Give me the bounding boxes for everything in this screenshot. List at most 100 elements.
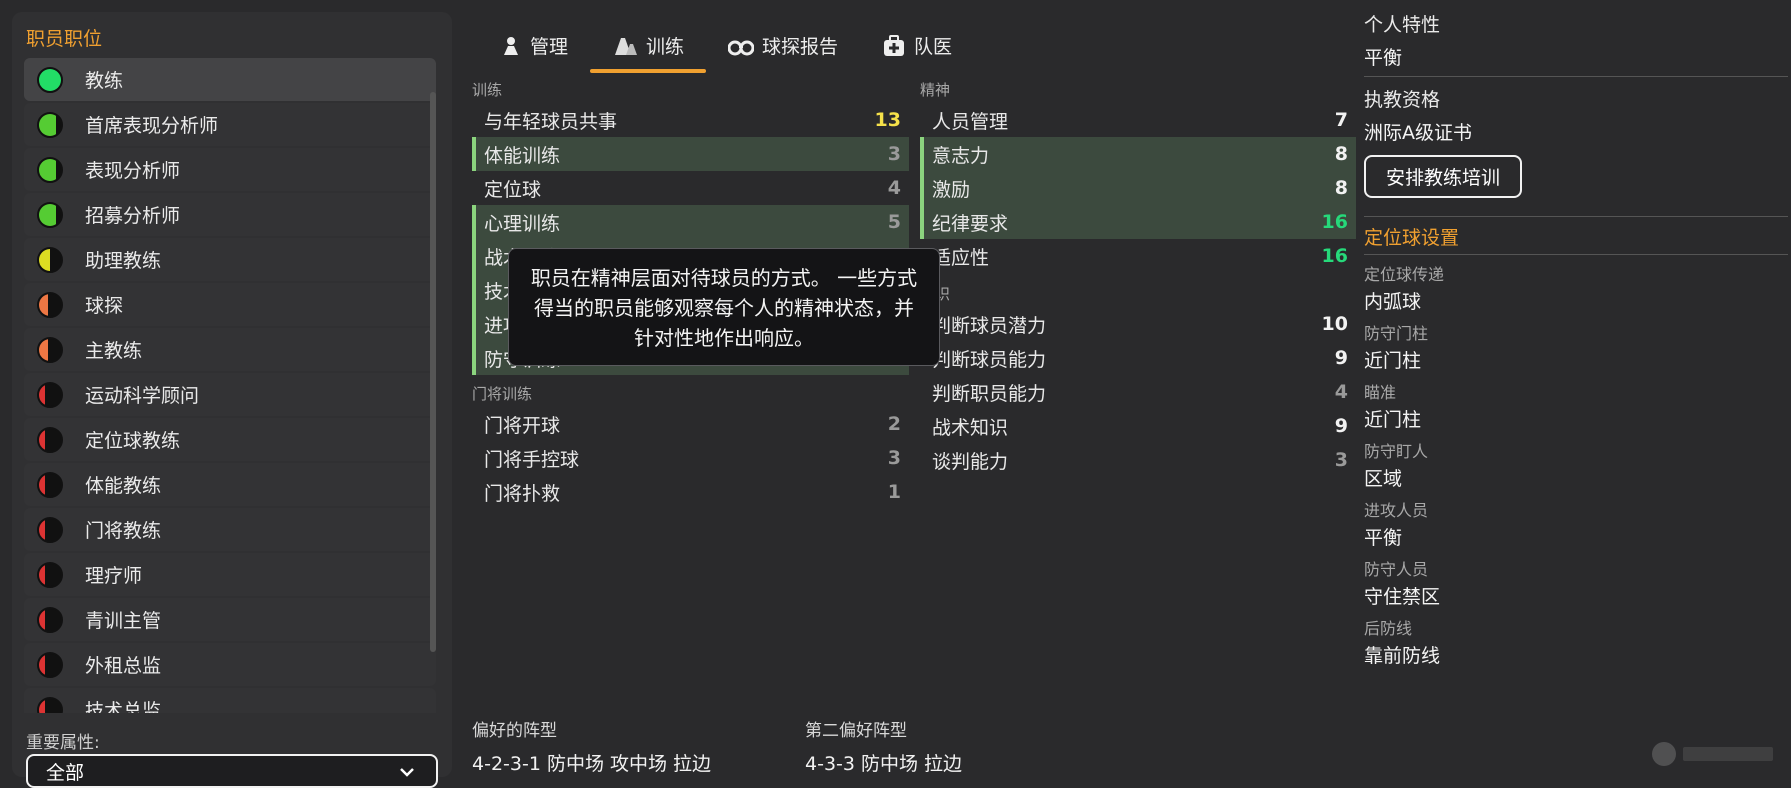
attribute-row[interactable]: 定位球 4 (472, 171, 909, 205)
second-formation-label: 第二偏好阵型 (805, 721, 907, 741)
role-label: 招募分析师 (85, 205, 181, 227)
attribute-row[interactable]: 判断职员能力 4 (920, 375, 1356, 409)
staff-role-panel: 职员职位 教练 首席表现分析师 表现分析师 招募分析师 助理教练 球探 主教练 运动科学顾问定… (12, 12, 452, 788)
attribute-value: 7 (1334, 109, 1348, 131)
set-piece-label: 定位球传递 (1364, 265, 1445, 284)
tab-label: 训练 (646, 36, 685, 58)
set-piece-value[interactable]: 靠前防线 (1364, 641, 1788, 668)
role-label: 门将教练 (85, 520, 162, 542)
attribute-value: 13 (874, 109, 901, 131)
attribute-name: 判断职员能力 (932, 382, 1047, 405)
training-cone-icon (615, 37, 638, 55)
role-list: 教练 首席表现分析师表现分析师招募分析师助理教练球探主教练运动科学顾问定位球教练体… (24, 58, 436, 713)
role-label: 青训主管 (85, 610, 162, 632)
role-label: 主教练 (85, 340, 143, 362)
tab-medical[interactable]: 队医 (860, 18, 974, 73)
watermark-logo (1652, 742, 1773, 766)
role-suitability-dot (37, 66, 63, 93)
role-item[interactable]: 门将教练 (24, 508, 436, 551)
attribute-name: 人员管理 (932, 110, 1009, 133)
role-item[interactable]: 定位球教练 (24, 418, 436, 461)
attribute-row[interactable]: 激励 8 (920, 171, 1356, 205)
attribute-row[interactable]: 判断球员能力 9 (920, 341, 1356, 375)
attribute-value: 16 (1321, 245, 1348, 267)
role-suitability-dot (37, 111, 63, 138)
attribute-row[interactable]: 战术知识 9 (920, 409, 1356, 443)
attribute-name: 判断球员潜力 (932, 314, 1047, 337)
role-item[interactable]: 助理教练 (24, 238, 436, 281)
set-piece-heading: 定位球设置 (1364, 227, 1460, 249)
role-item[interactable]: 主教练 (24, 328, 436, 371)
arrange-coaching-course-button[interactable]: 安排教练培训 (1364, 155, 1523, 198)
attribute-row[interactable]: 门将扑救 1 (472, 475, 909, 509)
set-piece-value[interactable]: 平衡 (1364, 523, 1788, 550)
attribute-row[interactable]: 门将手控球 3 (472, 441, 909, 475)
coaching-license-label: 执教资格 (1364, 89, 1441, 111)
attribute-value: 3 (887, 447, 901, 469)
tab-management[interactable]: 管理 (478, 18, 590, 73)
attribute-row[interactable]: 与年轻球员共事 13 (472, 103, 909, 137)
tab-scouting[interactable]: 球探报告 (706, 18, 860, 73)
role-label: 运动科学顾问 (85, 385, 200, 407)
attribute-row[interactable]: 判断球员潜力 10 (920, 307, 1356, 341)
attribute-row[interactable]: 人员管理 7 (920, 103, 1356, 137)
attribute-row[interactable]: 体能训练 3 (472, 137, 909, 171)
role-item[interactable]: 青训主管 (24, 598, 436, 641)
attribute-row[interactable]: 意志力 8 (920, 137, 1356, 171)
attribute-row[interactable]: 心理训练 5 (472, 205, 909, 239)
mental-attributes: 精神 人员管理7意志力8激励8纪律要求16适应性16 知识 判断球员潜力10判断… (920, 77, 1356, 477)
attribute-name: 适应性 (932, 246, 990, 269)
role-item[interactable]: 外租总监 (24, 643, 436, 686)
attribute-name: 门将手控球 (484, 448, 580, 471)
attribute-value: 9 (1334, 415, 1348, 437)
set-piece-value[interactable]: 内弧球 (1364, 287, 1788, 314)
chevron-down-icon (400, 768, 414, 777)
role-item[interactable]: 招募分析师 (24, 193, 436, 236)
set-piece-label: 防守人员 (1364, 560, 1429, 579)
binoculars-icon (728, 40, 755, 55)
set-piece-value[interactable]: 近门柱 (1364, 405, 1788, 432)
set-piece-label: 防守门柱 (1364, 324, 1429, 343)
role-suitability-dot (37, 201, 63, 228)
role-suitability-dot (37, 561, 63, 588)
role-item[interactable]: 球探 (24, 283, 436, 326)
role-item[interactable]: 表现分析师 (24, 148, 436, 191)
role-item[interactable]: 体能教练 (24, 463, 436, 506)
set-piece-value[interactable]: 近门柱 (1364, 346, 1788, 373)
set-piece-value[interactable]: 守住禁区 (1364, 582, 1788, 609)
attribute-name: 定位球 (484, 178, 542, 201)
attribute-row[interactable]: 谈判能力 3 (920, 443, 1356, 477)
set-piece-value[interactable]: 区域 (1364, 464, 1788, 491)
attribute-name: 心理训练 (484, 212, 561, 235)
dropdown-value: 全部 (46, 761, 85, 784)
role-suitability-dot (37, 246, 63, 273)
section-title: 门将训练 (472, 385, 533, 403)
role-item[interactable]: 运动科学顾问 (24, 373, 436, 416)
role-label: 球探 (85, 295, 124, 317)
set-piece-label: 后防线 (1364, 619, 1413, 638)
divider (1364, 254, 1788, 255)
set-piece-label: 瞄准 (1364, 383, 1397, 402)
role-item[interactable]: 首席表现分析师 (24, 103, 436, 146)
attribute-name: 与年轻球员共事 (484, 110, 618, 133)
role-item[interactable]: 理疗师 (24, 553, 436, 596)
second-formation-value: 4-3-3 防中场 拉边 (805, 753, 963, 775)
key-attributes-dropdown[interactable]: 全部 (26, 754, 438, 788)
role-list-scrollbar[interactable] (430, 92, 436, 652)
role-suitability-dot (37, 291, 63, 318)
role-label: 表现分析师 (85, 160, 181, 182)
role-item[interactable]: 技术总监 (24, 688, 436, 713)
attribute-row[interactable]: 门将开球 2 (472, 407, 909, 441)
medical-kit-icon (884, 34, 905, 56)
staff-details: 个人特性 平衡 执教资格 洲际A级证书 安排教练培训 定位球设置 定位球传递 内弧… (1364, 10, 1788, 668)
attribute-row[interactable]: 适应性 16 (920, 239, 1356, 273)
attribute-row[interactable]: 纪律要求 16 (920, 205, 1356, 239)
personality-value: 平衡 (1364, 47, 1403, 69)
key-attributes-label: 重要属性: (26, 733, 100, 753)
tab-training[interactable]: 训练 (590, 18, 707, 73)
role-item[interactable]: 教练 (24, 58, 436, 101)
attribute-name: 门将扑救 (484, 482, 561, 505)
attribute-tooltip: 职员在精神层面对待球员的方式。 一些方式得当的职员能够观察每个人的精神状态，并针… (508, 248, 940, 366)
role-suitability-dot (37, 471, 63, 498)
attribute-value: 5 (887, 211, 901, 233)
